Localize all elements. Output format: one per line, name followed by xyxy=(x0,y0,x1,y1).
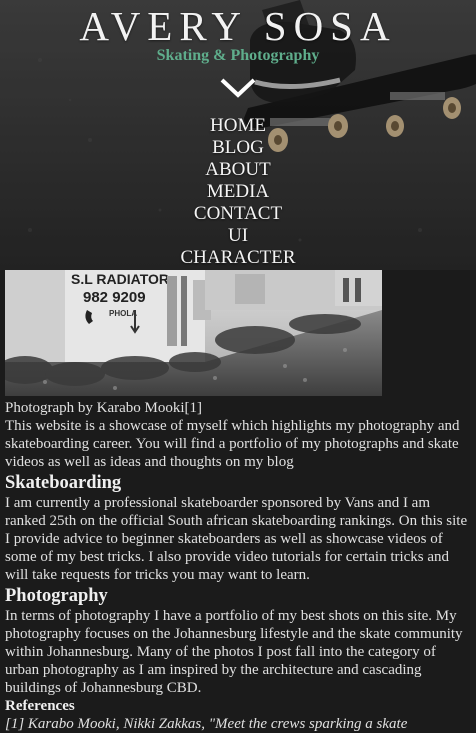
hero-header: AVERY SOSA Skating & Photography HOME BL… xyxy=(0,0,476,270)
references-heading: References xyxy=(5,698,75,714)
sign-name-text: S.L RADIATOR xyxy=(71,271,169,287)
nav-item-character[interactable]: CHARACTER xyxy=(0,247,476,269)
photo-caption: Photograph by Karabo Mooki[1] xyxy=(5,400,203,416)
nav-item-contact[interactable]: CONTACT xyxy=(0,203,476,225)
featured-photo: S.L RADIATOR 982 9209 PHOLA xyxy=(5,270,382,396)
section-body-photography: In terms of photography I have a portfol… xyxy=(5,608,463,696)
section-body-skateboarding: I am currently a professional skateboard… xyxy=(5,495,468,583)
sign-phone-text: 982 9209 xyxy=(83,289,146,306)
main-content: Photograph by Karabo Mooki[1] This websi… xyxy=(5,399,471,733)
nav-item-about[interactable]: ABOUT xyxy=(0,159,476,181)
main-nav: HOME BLOG ABOUT MEDIA CONTACT UI CHARACT… xyxy=(0,115,476,269)
nav-item-ui[interactable]: UI xyxy=(0,225,476,247)
sign-small-text: PHOLA xyxy=(109,309,137,318)
intro-paragraph: This website is a showcase of myself whi… xyxy=(5,418,460,470)
section-heading-skateboarding: Skateboarding xyxy=(5,473,122,493)
reference-item[interactable]: [1] Karabo Mooki, Nikki Zakkas, "Meet th… xyxy=(5,715,471,733)
nav-item-home[interactable]: HOME xyxy=(0,115,476,137)
section-heading-photography: Photography xyxy=(5,586,108,606)
nav-item-blog[interactable]: BLOG xyxy=(0,137,476,159)
nav-item-media[interactable]: MEDIA xyxy=(0,181,476,203)
street-wall-image: S.L RADIATOR 982 9209 PHOLA xyxy=(5,270,382,396)
site-title: AVERY SOSA xyxy=(79,3,397,49)
chevron-down-icon[interactable] xyxy=(219,76,257,100)
site-subtitle: Skating & Photography xyxy=(156,47,320,64)
